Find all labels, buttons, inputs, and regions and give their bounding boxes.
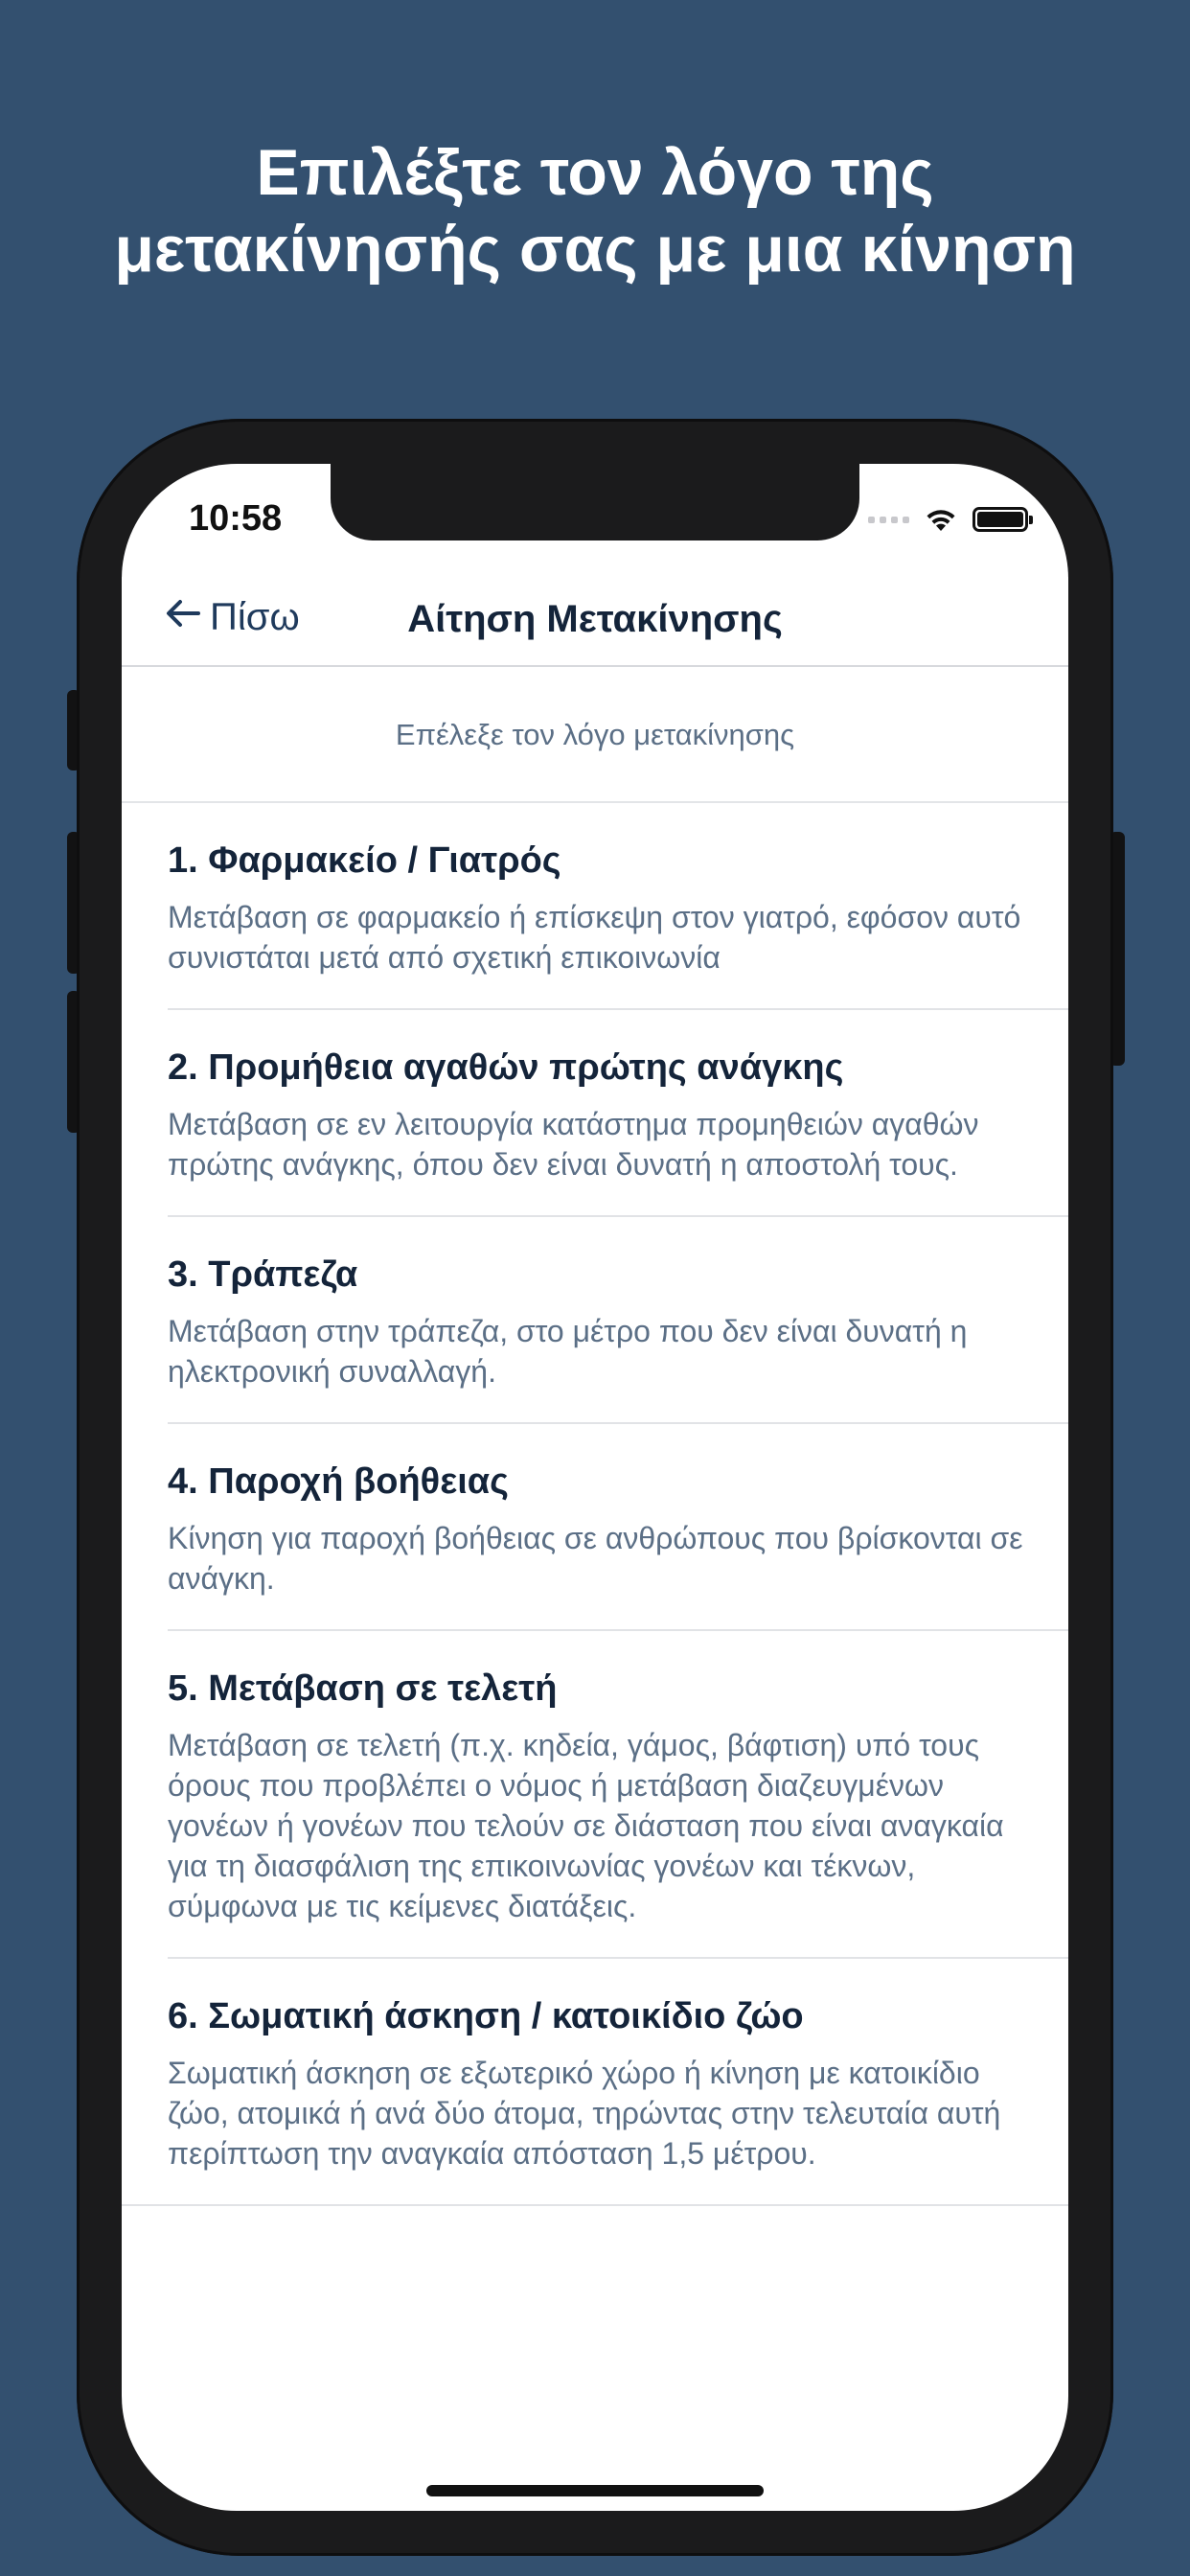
wifi-icon xyxy=(923,506,959,533)
cellular-signal-icon xyxy=(868,516,909,523)
reason-item-bank[interactable]: 3. Τράπεζα Μετάβαση στην τράπεζα, στο μέ… xyxy=(122,1217,1068,1424)
reason-description: Κίνηση για παροχή βοήθειας σε ανθρώπους … xyxy=(168,1521,1023,1596)
reason-title: 3. Τράπεζα xyxy=(168,1254,358,1295)
reason-description: Μετάβαση σε τελετή (π.χ. κηδεία, γάμος, … xyxy=(168,1728,1004,1923)
promo-headline: Επιλέξτε τον λόγο της μετακίνησής σας με… xyxy=(0,134,1190,288)
reason-item-assistance[interactable]: 4. Παροχή βοήθειας Κίνηση για παροχή βοή… xyxy=(122,1424,1068,1631)
status-icons xyxy=(868,506,1033,533)
section-prompt: Επέλεξε τον λόγο μετακίνησης xyxy=(122,667,1068,803)
reason-description: Μετάβαση σε φαρμακείο ή επίσκεψη στον γι… xyxy=(168,900,1021,975)
reason-title: 2. Προμήθεια αγαθών πρώτης ανάγκης xyxy=(168,1047,844,1088)
home-indicator[interactable] xyxy=(426,2485,764,2496)
reason-item-exercise-pet[interactable]: 6. Σωματική άσκηση / κατοικίδιο ζώο Σωμα… xyxy=(122,1959,1068,2206)
reason-item-ceremony[interactable]: 5. Μετάβαση σε τελετή Μετάβαση σε τελετή… xyxy=(122,1631,1068,1959)
battery-icon xyxy=(973,507,1033,532)
promo-headline-line1: Επιλέξτε τον λόγο της xyxy=(256,136,934,209)
reason-description: Μετάβαση στην τράπεζα, στο μέτρο που δεν… xyxy=(168,1314,968,1389)
status-time: 10:58 xyxy=(189,498,283,539)
reason-description: Μετάβαση σε εν λειτουργία κατάστημα προμ… xyxy=(168,1107,979,1182)
reason-title: 4. Παροχή βοήθειας xyxy=(168,1461,509,1502)
reason-item-supplies[interactable]: 2. Προμήθεια αγαθών πρώτης ανάγκης Μετάβ… xyxy=(122,1010,1068,1217)
phone-screen: 10:58 Πίσω Αίτηση Μετακίνησης Επέλεξε το… xyxy=(122,464,1068,2511)
navigation-bar: Πίσω Αίτηση Μετακίνησης xyxy=(122,577,1068,667)
reason-item-pharmacy-doctor[interactable]: 1. Φαρμακείο / Γιατρός Μετάβαση σε φαρμα… xyxy=(122,803,1068,1010)
notch xyxy=(331,464,859,540)
divider xyxy=(122,2204,1068,2206)
reason-list: 1. Φαρμακείο / Γιατρός Μετάβαση σε φαρμα… xyxy=(122,803,1068,2206)
promo-headline-line2: μετακίνησής σας με μια κίνηση xyxy=(114,213,1076,286)
reason-description: Σωματική άσκηση σε εξωτερικό χώρο ή κίνη… xyxy=(168,2056,1001,2171)
page-title: Αίτηση Μετακίνησης xyxy=(407,598,783,640)
reason-title: 1. Φαρμακείο / Γιατρός xyxy=(168,840,561,881)
reason-title: 5. Μετάβαση σε τελετή xyxy=(168,1668,558,1709)
reason-title: 6. Σωματική άσκηση / κατοικίδιο ζώο xyxy=(168,1996,804,2036)
